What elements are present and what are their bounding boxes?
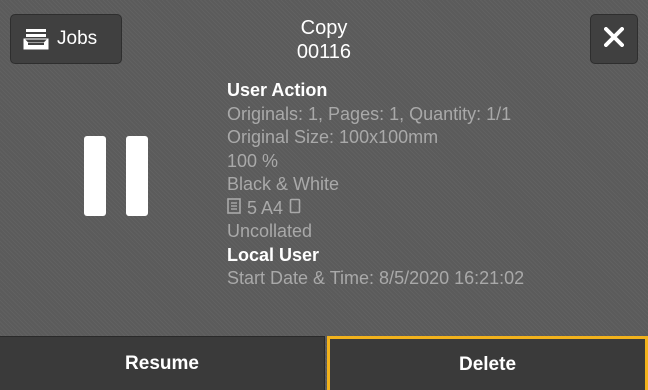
- start-datetime: Start Date & Time: 8/5/2020 16:21:02: [227, 268, 525, 288]
- paper-tray-icon: [227, 197, 241, 221]
- originals-info: Originals: 1, Pages: 1, Quantity: 1/1: [227, 103, 512, 124]
- job-owner: Local User: [227, 244, 320, 265]
- delete-button[interactable]: Delete: [327, 336, 648, 390]
- pause-icon: [84, 136, 148, 216]
- color-mode: Black & White: [227, 174, 340, 194]
- job-number: 00116: [296, 41, 352, 63]
- close-icon: [604, 26, 624, 52]
- portrait-orientation-icon: [289, 197, 301, 221]
- original-size: Original Size: 100x100mm: [227, 127, 439, 147]
- paper-info: 5 A4: [227, 197, 637, 221]
- jobs-button[interactable]: Jobs: [10, 14, 122, 64]
- close-button[interactable]: [590, 14, 638, 64]
- zoom-level: 100 %: [227, 150, 279, 171]
- job-header: Copy 00116: [200, 16, 448, 64]
- collation: Uncollated: [227, 221, 313, 241]
- job-title: Copy: [300, 17, 348, 39]
- delete-button-label: Delete: [458, 353, 517, 375]
- job-status: User Action: [227, 80, 328, 100]
- resume-button-label: Resume: [125, 352, 199, 374]
- resume-button[interactable]: Resume: [0, 336, 325, 390]
- job-details: User Action Originals: 1, Pages: 1, Quan…: [227, 79, 637, 291]
- jobs-button-label: Jobs: [57, 28, 98, 49]
- paper-label: 5 A4: [247, 197, 284, 218]
- tray-stack-icon: [23, 28, 49, 50]
